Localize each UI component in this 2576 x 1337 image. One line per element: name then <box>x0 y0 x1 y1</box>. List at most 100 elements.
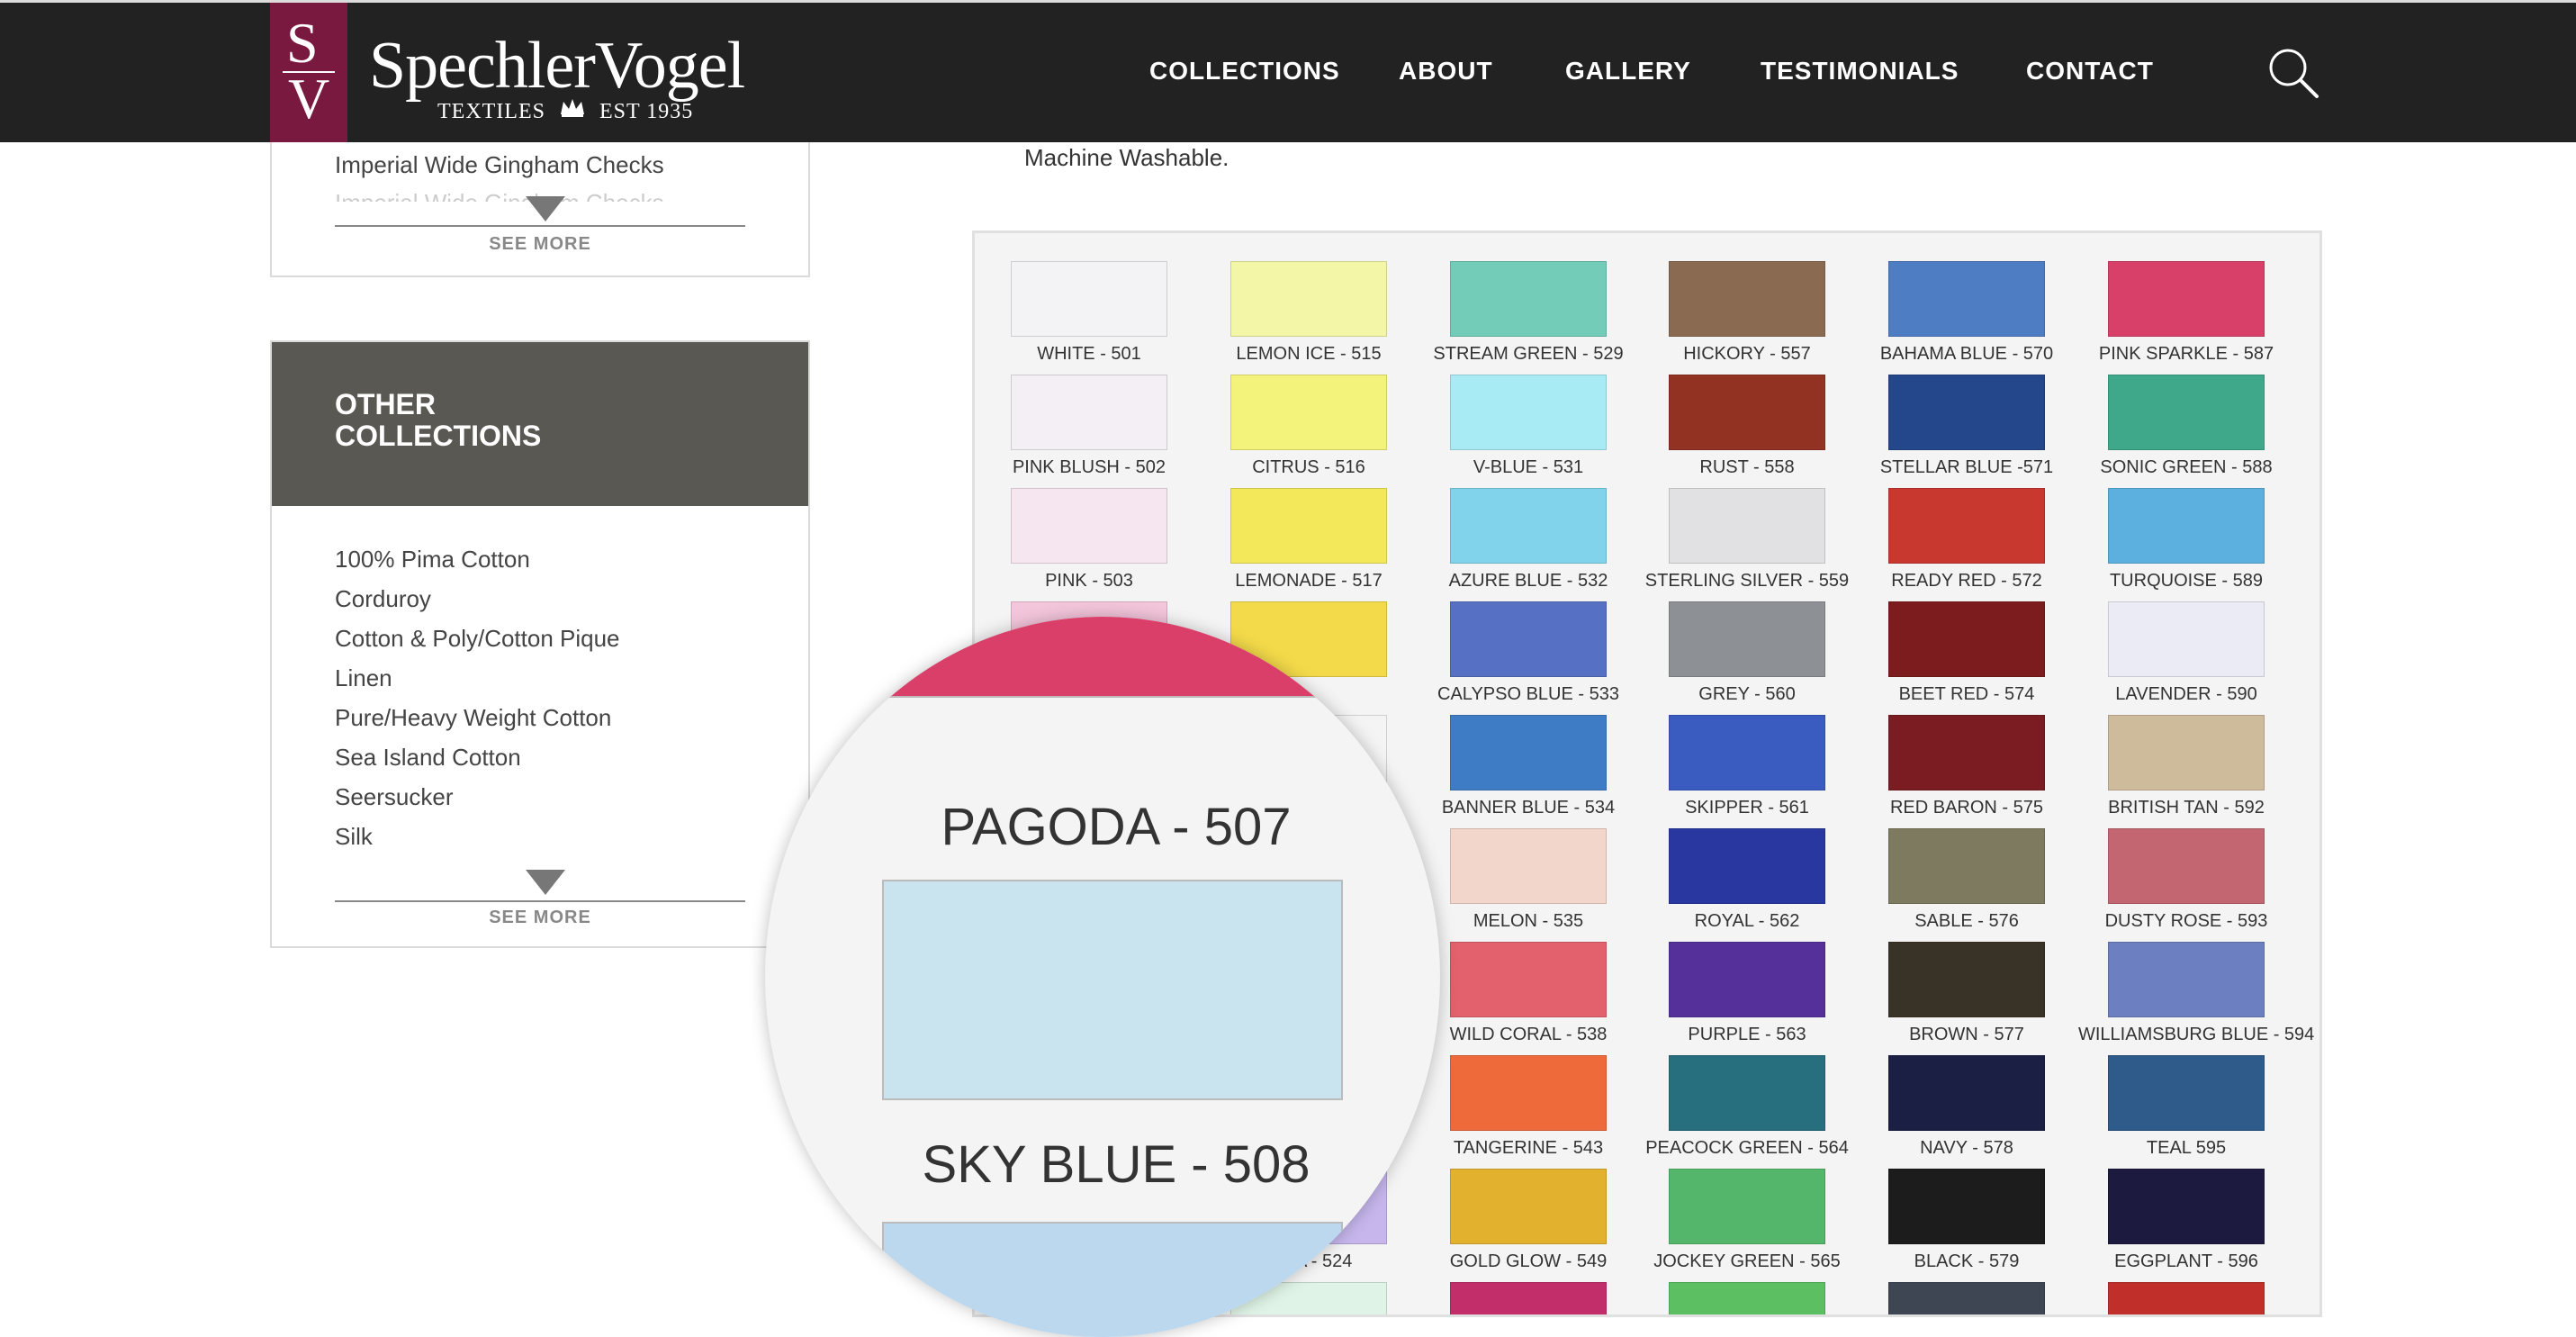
swatch-label: V-BLUE - 531 <box>1473 457 1584 477</box>
swatch-label: PINK - 503 <box>1045 571 1133 591</box>
swatch-label: PURPLE - 563 <box>1688 1025 1806 1044</box>
color-swatch[interactable] <box>1669 1055 1825 1131</box>
swatch-label: LAVENDER - 590 <box>2115 684 2257 704</box>
see-more-arrow-icon[interactable] <box>526 196 565 221</box>
color-swatch[interactable] <box>1230 488 1387 564</box>
color-swatch[interactable] <box>1450 375 1607 450</box>
swatch-label: RED BARON - 575 <box>1889 798 2044 818</box>
swatch-label: BANNER BLUE - 534 <box>1441 798 1616 818</box>
search-icon[interactable] <box>2266 46 2320 100</box>
color-swatch[interactable] <box>1888 261 2045 337</box>
color-swatch[interactable] <box>1450 1282 1607 1314</box>
color-swatch[interactable] <box>1888 715 2045 790</box>
color-swatch[interactable] <box>1450 715 1607 790</box>
swatch-label: AZURE BLUE - 532 <box>1448 571 1608 591</box>
logo-monogram[interactable]: S V <box>270 3 347 145</box>
zoom-magnifier[interactable]: PAGODA - 507 SKY BLUE - 508 <box>765 617 1440 1337</box>
collection-link-pima-cotton[interactable]: 100% Pima Cotton <box>335 546 530 574</box>
magnified-swatch <box>882 880 1343 1100</box>
color-swatch[interactable] <box>2108 1055 2265 1131</box>
color-swatch[interactable] <box>1450 488 1607 564</box>
color-swatch[interactable] <box>1230 261 1387 337</box>
color-swatch[interactable] <box>1669 828 1825 904</box>
color-swatch[interactable] <box>2108 375 2265 450</box>
collection-link-sea-island[interactable]: Sea Island Cotton <box>335 744 521 772</box>
color-swatch[interactable] <box>1669 1282 1825 1314</box>
color-swatch[interactable] <box>1450 1169 1607 1244</box>
list-item[interactable]: Imperial Wide Gingham Checks <box>335 151 664 179</box>
swatch-label: MELON - 535 <box>1473 911 1584 931</box>
magnified-swatch <box>882 617 1343 698</box>
see-more-button[interactable]: SEE MORE <box>335 908 745 928</box>
color-swatch[interactable] <box>1011 375 1167 450</box>
swatch-label: WHITE - 501 <box>1037 344 1141 364</box>
color-swatch[interactable] <box>2108 942 2265 1017</box>
color-swatch[interactable] <box>1011 261 1167 337</box>
collection-link-linen[interactable]: Linen <box>335 664 392 692</box>
magnified-swatch-label: PAGODA - 507 <box>941 798 1292 856</box>
color-swatch[interactable] <box>2108 828 2265 904</box>
collection-link-pique[interactable]: Cotton & Poly/Cotton Pique <box>335 625 620 653</box>
color-swatch[interactable] <box>2108 488 2265 564</box>
collection-link-heavy-cotton[interactable]: Pure/Heavy Weight Cotton <box>335 704 611 732</box>
color-swatch[interactable] <box>1450 261 1607 337</box>
color-swatch[interactable] <box>1888 828 2045 904</box>
crown-icon <box>559 96 586 124</box>
color-swatch[interactable] <box>2108 1282 2265 1314</box>
swatch-label: PINK SPARKLE - 587 <box>2098 344 2274 364</box>
see-more-arrow-icon[interactable] <box>526 870 565 895</box>
collection-list-card: Imperial Wide Gingham Checks Imperial Wi… <box>270 142 810 277</box>
color-swatch[interactable] <box>2108 261 2265 337</box>
see-more-button[interactable]: SEE MORE <box>335 234 745 255</box>
swatch-label: TURQUOISE - 589 <box>2109 571 2264 591</box>
swatch-label: NAVY - 578 <box>1920 1138 2013 1158</box>
swatch-label: JOCKEY GREEN - 565 <box>1653 1251 1841 1271</box>
nav-contact[interactable]: CONTACT <box>2026 57 2154 86</box>
color-swatch[interactable] <box>1450 601 1607 677</box>
swatch-label: WILLIAMSBURG BLUE - 594 <box>2078 1025 2315 1044</box>
color-swatch[interactable] <box>1669 942 1825 1017</box>
other-collections-header: OTHER COLLECTIONS <box>272 342 808 506</box>
color-swatch[interactable] <box>1669 488 1825 564</box>
magnified-swatch-label: SKY BLUE - 508 <box>922 1135 1311 1194</box>
color-swatch[interactable] <box>1450 828 1607 904</box>
color-swatch[interactable] <box>1450 942 1607 1017</box>
see-more-divider <box>335 900 745 902</box>
swatch-label: BROWN - 577 <box>1909 1025 2024 1044</box>
color-swatch[interactable] <box>2108 601 2265 677</box>
nav-about[interactable]: ABOUT <box>1399 57 1493 86</box>
swatch-label: BLACK - 579 <box>1914 1251 2020 1271</box>
color-swatch[interactable] <box>1888 601 2045 677</box>
nav-testimonials[interactable]: TESTIMONIALS <box>1761 57 1959 86</box>
color-swatch[interactable] <box>1669 1169 1825 1244</box>
swatch-label: TEAL 595 <box>2146 1138 2227 1158</box>
color-swatch[interactable] <box>1230 375 1387 450</box>
swatch-label: DUSTY ROSE - 593 <box>2104 911 2268 931</box>
color-swatch[interactable] <box>1011 488 1167 564</box>
nav-collections[interactable]: COLLECTIONS <box>1149 57 1340 86</box>
color-swatch[interactable] <box>1888 488 2045 564</box>
brand-name[interactable]: SpechlerVogel <box>369 28 745 104</box>
color-swatch[interactable] <box>1669 715 1825 790</box>
nav-gallery[interactable]: GALLERY <box>1565 57 1691 86</box>
swatch-label: CITRUS - 516 <box>1252 457 1365 477</box>
color-swatch[interactable] <box>1888 942 2045 1017</box>
color-swatch[interactable] <box>2108 715 2265 790</box>
color-swatch[interactable] <box>1888 1055 2045 1131</box>
collection-link-seersucker[interactable]: Seersucker <box>335 783 454 811</box>
color-swatch[interactable] <box>1669 375 1825 450</box>
collection-link-silk[interactable]: Silk <box>335 823 373 851</box>
swatch-label: CALYPSO BLUE - 533 <box>1437 684 1619 704</box>
brand-tag-right: EST 1935 <box>599 100 694 123</box>
swatch-label: SONIC GREEN - 588 <box>2100 457 2273 477</box>
swatch-label: ROYAL - 562 <box>1694 911 1800 931</box>
collection-link-corduroy[interactable]: Corduroy <box>335 585 431 613</box>
color-swatch[interactable] <box>1669 601 1825 677</box>
color-swatch[interactable] <box>1888 1282 2045 1314</box>
color-swatch[interactable] <box>2108 1169 2265 1244</box>
swatch-label: PEACOCK GREEN - 564 <box>1645 1138 1849 1158</box>
color-swatch[interactable] <box>1669 261 1825 337</box>
color-swatch[interactable] <box>1888 1169 2045 1244</box>
color-swatch[interactable] <box>1450 1055 1607 1131</box>
color-swatch[interactable] <box>1888 375 2045 450</box>
